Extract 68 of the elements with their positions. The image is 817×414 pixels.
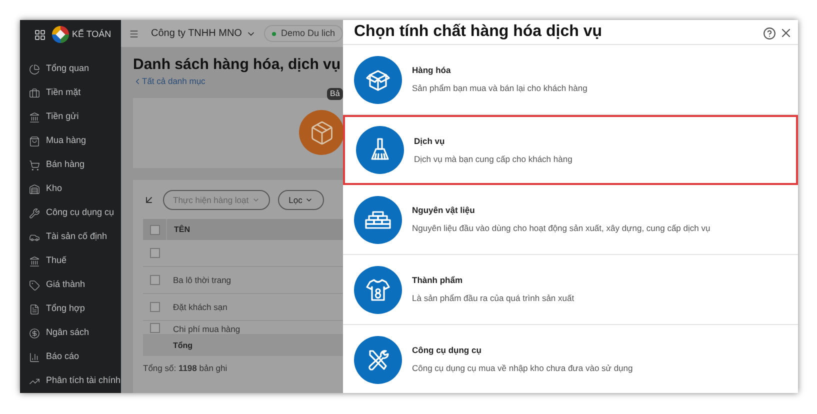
dialog-title: Chọn tính chất hàng hóa dịch vụ bbox=[354, 22, 603, 42]
apps-grid-icon[interactable] bbox=[34, 28, 46, 40]
option-description: Công cụ dụng cụ mua về nhập kho chưa đưa vào sử dụng bbox=[412, 362, 633, 375]
sidebar-item[interactable]: Ngân sách bbox=[20, 321, 121, 345]
document-icon bbox=[29, 304, 40, 314]
page-title: Danh sách hàng hóa, dịch vụ bbox=[133, 55, 342, 75]
sidebar-item[interactable]: Tài sản cố định bbox=[20, 225, 121, 249]
sidebar-item[interactable]: Bán hàng bbox=[20, 153, 121, 177]
checkbox[interactable] bbox=[150, 302, 160, 312]
option-title: Công cụ dụng cụ bbox=[412, 344, 482, 357]
shopping-bag-icon bbox=[29, 136, 40, 146]
option-title: Dịch vụ bbox=[414, 134, 446, 148]
caret-icon bbox=[305, 196, 314, 204]
pie-chart-icon bbox=[29, 64, 40, 74]
record-count: Tổng số: 1198 bản ghi bbox=[143, 362, 228, 375]
option-title: Hàng hóa bbox=[412, 64, 452, 77]
filter-button[interactable]: Lọc bbox=[278, 190, 324, 210]
close-icon[interactable] bbox=[779, 26, 793, 40]
bank-icon bbox=[29, 256, 40, 266]
bag-icon bbox=[29, 88, 40, 98]
sidebar-item[interactable]: Thuế bbox=[20, 249, 121, 273]
help-icon[interactable] bbox=[763, 26, 776, 40]
option-description: Sản phẩm bạn mua và bán lại cho khách hàng bbox=[412, 82, 588, 95]
option-card[interactable]: Nguyên vật liệu Nguyên liệu đầu vào dùng cho hoạt động sản xuất, xây dựng, cung cấp dịch vụ bbox=[343, 185, 798, 255]
checkbox[interactable] bbox=[150, 248, 160, 258]
tooltip: Bả bbox=[327, 88, 343, 100]
column-header: TÊN bbox=[166, 219, 190, 240]
sidebar-item[interactable]: Kho bbox=[20, 177, 121, 201]
checkbox[interactable] bbox=[150, 323, 160, 333]
option-title: Nguyên vật liệu bbox=[412, 204, 476, 217]
table-cell-text: Đặt khách sạn bbox=[172, 300, 228, 314]
logo-text: KẾ TOÁN bbox=[72, 28, 112, 41]
warehouse-icon bbox=[29, 184, 40, 194]
coin-icon bbox=[29, 328, 40, 338]
sidebar-item[interactable]: Tiền gửi bbox=[20, 105, 121, 129]
option-card[interactable]: Hàng hóa Sản phẩm bạn mua và bán lại cho khách hàng bbox=[343, 45, 798, 115]
company-selector[interactable]: Công ty TNHH MNO bbox=[151, 26, 256, 41]
sidebar-item[interactable]: Giá thành bbox=[20, 273, 121, 297]
chevron-left-icon bbox=[133, 76, 142, 86]
option-card[interactable]: Thành phẩm Là sản phẩm đầu ra của quá trình sản xuất bbox=[343, 255, 798, 325]
table-cell-text: Ba lô thời trang bbox=[172, 274, 232, 286]
bar-chart-icon bbox=[29, 352, 40, 362]
footer-label: Tổng bbox=[173, 340, 193, 352]
tag-icon bbox=[29, 280, 40, 290]
option-description: Nguyên liệu đầu vào dùng cho hoạt động sản xuất, xây dựng, cung cấp dịch vụ bbox=[412, 222, 710, 235]
sidebar-item[interactable]: Tổng quan bbox=[20, 57, 121, 81]
sidebar-item[interactable]: Phân tích tài chính bbox=[20, 369, 121, 393]
package-icon bbox=[308, 120, 334, 146]
option-description: Dịch vụ mà bạn cung cấp cho khách hàng bbox=[414, 152, 572, 166]
sort-icon[interactable] bbox=[143, 194, 155, 206]
option-title: Thành phẩm bbox=[412, 274, 464, 287]
bank-icon bbox=[29, 112, 40, 122]
cart-icon bbox=[29, 160, 40, 170]
checkbox[interactable] bbox=[150, 224, 160, 234]
logo-icon bbox=[52, 26, 69, 43]
table-cell-text: Chi phí mua hàng bbox=[172, 323, 240, 334]
option-card[interactable]: Dịch vụ Dịch vụ mà bạn cung cấp cho khách hàng bbox=[343, 115, 798, 185]
checkbox[interactable] bbox=[150, 275, 160, 285]
sidebar-item[interactable]: Tiền mặt bbox=[20, 81, 121, 105]
sidebar-item[interactable]: Tổng hợp bbox=[20, 297, 121, 321]
option-description: Là sản phẩm đầu ra của quá trình sản xuất bbox=[412, 292, 574, 305]
sidebar-item[interactable]: Báo cáo bbox=[20, 345, 121, 369]
sidebar-item[interactable]: Công cụ dụng cụ bbox=[20, 201, 121, 225]
option-card[interactable]: Công cụ dụng cụ Công cụ dụng cụ mua về nhập kho chưa đưa vào sử dụng bbox=[343, 325, 798, 393]
caret-icon bbox=[252, 196, 260, 204]
sidebar-item[interactable]: Mua hàng bbox=[20, 129, 121, 153]
wrench-icon bbox=[29, 208, 40, 218]
menu-icon[interactable] bbox=[129, 28, 140, 40]
